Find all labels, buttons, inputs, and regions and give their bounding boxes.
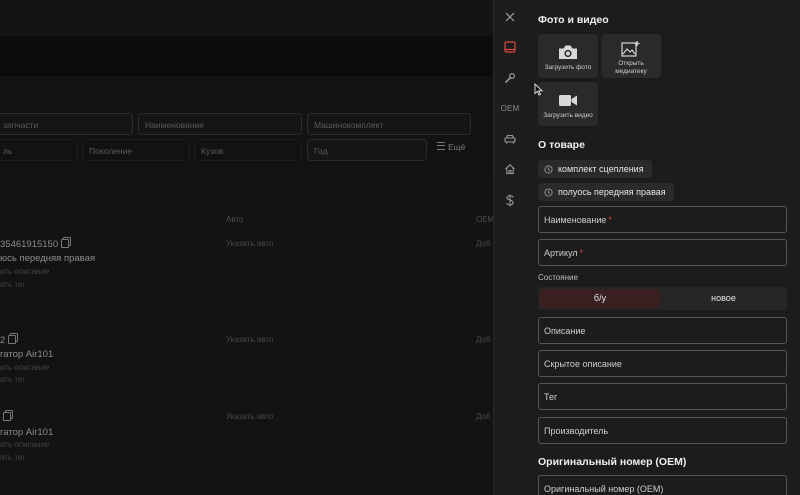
condition-option-used[interactable]: б/у <box>540 289 660 308</box>
image-add-icon <box>621 41 640 57</box>
suggestion-chip[interactable]: полуось передняя правая <box>538 183 674 201</box>
rail-price-tab[interactable] <box>494 188 526 212</box>
article-field[interactable]: Артикул * <box>538 239 787 266</box>
copy-icon[interactable] <box>3 412 11 421</box>
more-filters-label: Ещё <box>448 142 466 152</box>
required-mark: * <box>579 248 584 258</box>
suggestion-chip-label: полуось передняя правая <box>558 187 666 197</box>
item-add-tag[interactable]: ать тег <box>0 280 25 289</box>
item-add-oem-link[interactable]: Доб <box>476 239 491 248</box>
oem-number-field[interactable]: Оригинальный номер (OEM) <box>538 475 787 495</box>
column-header-oem: OEM <box>476 215 493 224</box>
article-field-placeholder: Артикул <box>544 248 578 258</box>
history-icon <box>544 187 553 197</box>
item-add-description[interactable]: ать описание <box>0 267 49 276</box>
mouse-cursor-icon <box>534 83 543 96</box>
item-add-tag[interactable]: ать тег <box>0 375 25 384</box>
rail-oem-tab[interactable]: OEM <box>494 96 526 120</box>
name-filter[interactable]: Наименование <box>138 113 302 135</box>
item-add-tag[interactable]: ать тег <box>0 453 25 462</box>
item-set-auto-link[interactable]: Указать авто <box>226 239 273 248</box>
close-button[interactable] <box>494 5 526 29</box>
column-header-auto: Авто <box>226 215 244 224</box>
background-page: запчасти Наименование Машинокомплект ль … <box>0 0 493 495</box>
rail-warehouse-tab[interactable] <box>494 157 526 181</box>
about-product-heading: О товаре <box>538 139 585 151</box>
tag-field[interactable]: Тег <box>538 383 787 410</box>
product-edit-panel: Фото и видео Загрузить фото Открыть меди… <box>525 0 800 495</box>
history-icon <box>544 164 553 174</box>
item-title: гатор Air101 <box>0 349 54 360</box>
background-filters: запчасти Наименование Машинокомплект ль … <box>0 76 493 176</box>
background-header-band <box>0 36 493 76</box>
rail-photo-video-tab[interactable] <box>494 35 526 59</box>
suggestion-chip[interactable]: комплект сцепления <box>538 160 652 178</box>
filter-lines-icon <box>437 142 445 150</box>
manufacturer-placeholder: Производитель <box>544 426 609 436</box>
item-number: 2 <box>0 335 6 346</box>
home-icon <box>505 164 515 175</box>
open-media-library-button[interactable]: Открыть медиатеку <box>601 34 661 78</box>
rail-oem-label: OEM <box>500 103 520 113</box>
required-mark: * <box>608 215 612 225</box>
rail-parts-tab[interactable] <box>494 66 526 90</box>
item-title: гатор Air101 <box>0 427 54 438</box>
rail-car-tab[interactable] <box>494 127 526 151</box>
camera-icon <box>559 45 577 59</box>
image-icon <box>504 41 516 53</box>
hidden-description-field[interactable]: Скрытое описание <box>538 350 787 377</box>
item-add-description[interactable]: ать описание <box>0 440 49 449</box>
copy-icon[interactable] <box>8 335 17 344</box>
hidden-description-placeholder: Скрытое описание <box>544 359 622 369</box>
oem-number-placeholder: Оригинальный номер (OEM) <box>544 484 664 494</box>
copy-icon[interactable] <box>61 239 70 248</box>
year-filter[interactable]: Год <box>307 139 427 161</box>
description-field[interactable]: Описание <box>538 317 787 344</box>
tag-placeholder: Тег <box>544 392 558 402</box>
body-filter[interactable]: Кузов <box>194 139 302 161</box>
open-library-label-line2: медиатеку <box>615 68 647 75</box>
description-placeholder: Описание <box>544 326 586 336</box>
dollar-icon <box>506 194 514 206</box>
upload-photo-button[interactable]: Загрузить фото <box>538 34 598 78</box>
item-number: 35461915150 <box>0 239 59 250</box>
item-set-auto-link[interactable]: Указать авто <box>226 412 273 421</box>
upload-video-label: Загрузить видео <box>543 112 593 119</box>
item-add-oem-link[interactable]: Доб <box>476 335 491 344</box>
photo-video-heading: Фото и видео <box>538 14 609 26</box>
spare-part-filter[interactable]: запчасти <box>0 113 133 135</box>
close-icon <box>505 12 515 22</box>
condition-label: Состояние <box>538 273 578 282</box>
generation-filter[interactable]: Поколение <box>82 139 190 161</box>
upload-photo-label: Загрузить фото <box>544 64 592 71</box>
item-add-oem-link[interactable]: Доб <box>476 412 491 421</box>
name-field-placeholder: Наименование <box>544 215 607 225</box>
more-filters-button[interactable]: Ещё <box>437 142 465 152</box>
condition-option-new[interactable]: новое <box>662 287 785 310</box>
wrench-icon <box>505 72 516 83</box>
background-topbar <box>0 0 493 36</box>
item-title: юсь передняя правая <box>0 253 96 264</box>
upload-video-button[interactable]: Загрузить видео <box>538 82 598 126</box>
open-library-label-line1: Открыть <box>618 60 644 67</box>
panel-icon-rail: OEM <box>493 0 525 495</box>
car-icon <box>504 134 516 144</box>
item-add-description[interactable]: ать описание <box>0 363 49 372</box>
suggestion-chip-label: комплект сцепления <box>558 164 644 174</box>
oem-heading: Оригинальный номер (OEM) <box>538 456 687 468</box>
manufacturer-field[interactable]: Производитель <box>538 417 787 444</box>
machine-kit-filter[interactable]: Машинокомплект <box>307 113 471 135</box>
name-field[interactable]: Наименование * <box>538 206 787 233</box>
item-set-auto-link[interactable]: Указать авто <box>226 335 273 344</box>
condition-toggle[interactable]: б/у новое <box>538 287 787 310</box>
make-filter[interactable]: ль <box>0 139 78 161</box>
video-camera-icon <box>559 95 577 106</box>
